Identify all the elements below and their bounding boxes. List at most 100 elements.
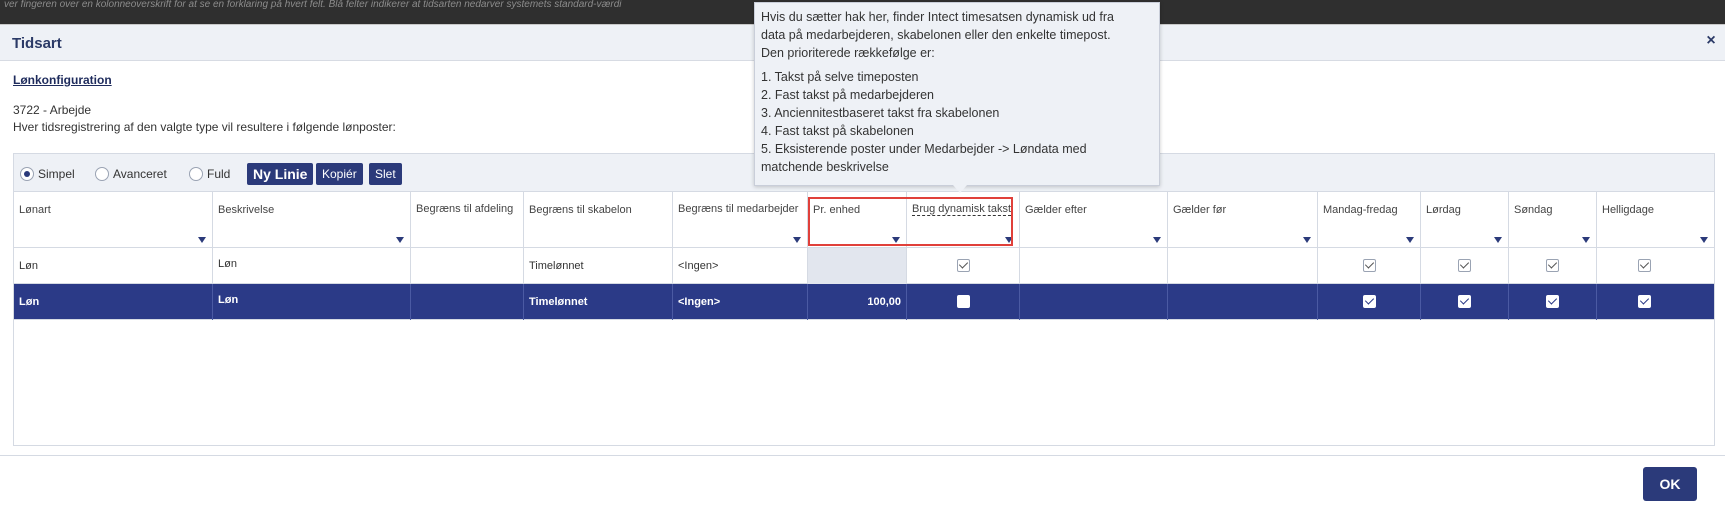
delete-button[interactable]: Slet	[369, 163, 402, 185]
tooltip-line: data på medarbejderen, skabelonen eller …	[761, 28, 1111, 42]
radio-simple-indicator[interactable]	[20, 167, 34, 181]
cell-beskrivelse[interactable]: Løn	[213, 284, 411, 320]
filter-icon[interactable]	[1406, 237, 1414, 243]
col-beskrivelse-label: Beskrivelse	[218, 204, 275, 216]
filter-icon[interactable]	[1700, 237, 1708, 243]
sunday-checkbox[interactable]	[1546, 259, 1559, 272]
col-dynamisk-takst[interactable]: Brug dynamisk takst	[907, 192, 1020, 248]
dynamic-rate-checkbox[interactable]	[957, 259, 970, 272]
weekday-checkbox[interactable]	[1363, 259, 1376, 272]
col-mandag-fredag[interactable]: Mandag-fredag	[1318, 192, 1421, 248]
radio-simple[interactable]: Simpel	[20, 166, 75, 182]
cell-skabelon[interactable]: Timelønnet	[524, 284, 673, 320]
filter-icon[interactable]	[892, 237, 900, 243]
col-medarbejder[interactable]: Begræns til medarbejder	[673, 192, 808, 248]
new-line-button[interactable]: Ny Linie	[247, 163, 314, 185]
cell-helligdage[interactable]	[1597, 248, 1714, 284]
cell-lordag[interactable]	[1421, 248, 1509, 284]
ok-button[interactable]: OK	[1643, 467, 1697, 501]
cell-gaelder-efter[interactable]	[1020, 248, 1168, 284]
radio-full-indicator[interactable]	[189, 167, 203, 181]
holiday-checkbox[interactable]	[1638, 295, 1651, 308]
col-mandag-fredag-label: Mandag-fredag	[1323, 204, 1398, 216]
cell-dynamisk-takst[interactable]	[907, 284, 1020, 320]
col-afdeling[interactable]: Begræns til afdeling	[411, 192, 524, 248]
filter-icon[interactable]	[1494, 237, 1502, 243]
col-lordag-label: Lørdag	[1426, 204, 1461, 216]
cell-gaelder-efter[interactable]	[1020, 284, 1168, 320]
saturday-checkbox[interactable]	[1458, 295, 1471, 308]
col-pr-enhed[interactable]: Pr. enhed	[808, 192, 907, 248]
grid-header: Lønart Beskrivelse Begræns til afdeling …	[14, 192, 1714, 248]
radio-advanced-label: Avanceret	[113, 167, 167, 181]
cell-skabelon[interactable]: Timelønnet	[524, 248, 673, 284]
col-gaelder-efter[interactable]: Gælder efter	[1020, 192, 1168, 248]
weekday-checkbox[interactable]	[1363, 295, 1376, 308]
cell-medarbejder[interactable]: <Ingen>	[673, 284, 808, 320]
holiday-checkbox[interactable]	[1638, 259, 1651, 272]
filter-icon[interactable]	[793, 237, 801, 243]
dynamic-rate-checkbox[interactable]	[957, 295, 970, 308]
col-sondag[interactable]: Søndag	[1509, 192, 1597, 248]
radio-full[interactable]: Fuld	[189, 166, 230, 182]
cell-sondag[interactable]	[1509, 248, 1597, 284]
tooltip-list-item: 1. Takst på selve timeposten	[761, 70, 919, 84]
config-heading[interactable]: Lønkonfiguration	[13, 73, 112, 87]
col-gaelder-for[interactable]: Gælder før	[1168, 192, 1318, 248]
saturday-checkbox[interactable]	[1458, 259, 1471, 272]
lonposter-grid: Simpel Avanceret Fuld Ny Linie Kopiér Sl…	[13, 153, 1715, 446]
col-beskrivelse[interactable]: Beskrivelse	[213, 192, 411, 248]
config-code: 3722 - Arbejde	[13, 103, 92, 117]
col-lonart[interactable]: Lønart	[14, 192, 213, 248]
col-skabelon[interactable]: Begræns til skabelon	[524, 192, 673, 248]
cell-helligdage[interactable]	[1597, 284, 1714, 320]
cell-pr-enhed[interactable]: 100,00	[808, 284, 907, 320]
tooltip-list-item: 4. Fast takst på skabelonen	[761, 124, 914, 138]
tooltip-list-item: matchende beskrivelse	[761, 160, 889, 174]
cell-pr-enhed[interactable]	[808, 248, 907, 284]
close-icon[interactable]: ×	[1703, 33, 1719, 49]
filter-icon[interactable]	[1153, 237, 1161, 243]
col-lonart-label: Lønart	[19, 204, 51, 216]
cell-gaelder-for[interactable]	[1168, 248, 1318, 284]
table-row[interactable]: Løn Løn Timelønnet <Ingen> 100,00	[14, 284, 1714, 320]
tooltip-arrow	[953, 185, 967, 193]
table-row[interactable]: Løn Løn Timelønnet <Ingen>	[14, 248, 1714, 284]
filter-icon[interactable]	[1005, 237, 1013, 243]
radio-full-label: Fuld	[207, 167, 231, 181]
filter-icon[interactable]	[1582, 237, 1590, 243]
cell-gaelder-for[interactable]	[1168, 284, 1318, 320]
copy-button[interactable]: Kopiér	[316, 163, 363, 185]
cell-sondag[interactable]	[1509, 284, 1597, 320]
filter-icon[interactable]	[198, 237, 206, 243]
tooltip-list-item: 5. Eksisterende poster under Medarbejder…	[761, 142, 1087, 156]
col-medarbejder-label: Begræns til medarbejder	[678, 203, 799, 215]
filter-icon[interactable]	[1303, 237, 1311, 243]
cell-afdeling[interactable]	[411, 248, 524, 284]
cell-mandag-fredag[interactable]	[1318, 284, 1421, 320]
col-helligdage[interactable]: Helligdage	[1597, 192, 1714, 248]
cell-afdeling[interactable]	[411, 284, 524, 320]
radio-advanced[interactable]: Avanceret	[95, 166, 167, 182]
col-sondag-label: Søndag	[1514, 204, 1553, 216]
cell-lordag[interactable]	[1421, 284, 1509, 320]
dynamic-rate-tooltip: Hvis du sætter hak her, finder Intect ti…	[754, 2, 1160, 193]
tooltip-priority-list: 1. Takst på selve timeposten 2. Fast tak…	[761, 68, 1153, 176]
cell-mandag-fredag[interactable]	[1318, 248, 1421, 284]
cell-beskrivelse[interactable]: Løn	[213, 248, 411, 284]
config-description: Hver tidsregistrering af den valgte type…	[13, 120, 396, 134]
radio-simple-label: Simpel	[38, 167, 75, 181]
col-afdeling-label: Begræns til afdeling	[416, 203, 514, 215]
filter-icon[interactable]	[396, 237, 404, 243]
col-lordag[interactable]: Lørdag	[1421, 192, 1509, 248]
cell-medarbejder[interactable]: <Ingen>	[673, 248, 808, 284]
radio-advanced-indicator[interactable]	[95, 167, 109, 181]
cell-lonart[interactable]: Løn	[14, 248, 213, 284]
tooltip-line: Den prioriterede rækkefølge er:	[761, 46, 935, 60]
col-helligdage-label: Helligdage	[1602, 204, 1654, 216]
tooltip-list-item: 2. Fast takst på medarbejderen	[761, 88, 935, 102]
cell-lonart[interactable]: Løn	[14, 284, 213, 320]
col-pr-enhed-label: Pr. enhed	[813, 204, 861, 216]
sunday-checkbox[interactable]	[1546, 295, 1559, 308]
cell-dynamisk-takst[interactable]	[907, 248, 1020, 284]
